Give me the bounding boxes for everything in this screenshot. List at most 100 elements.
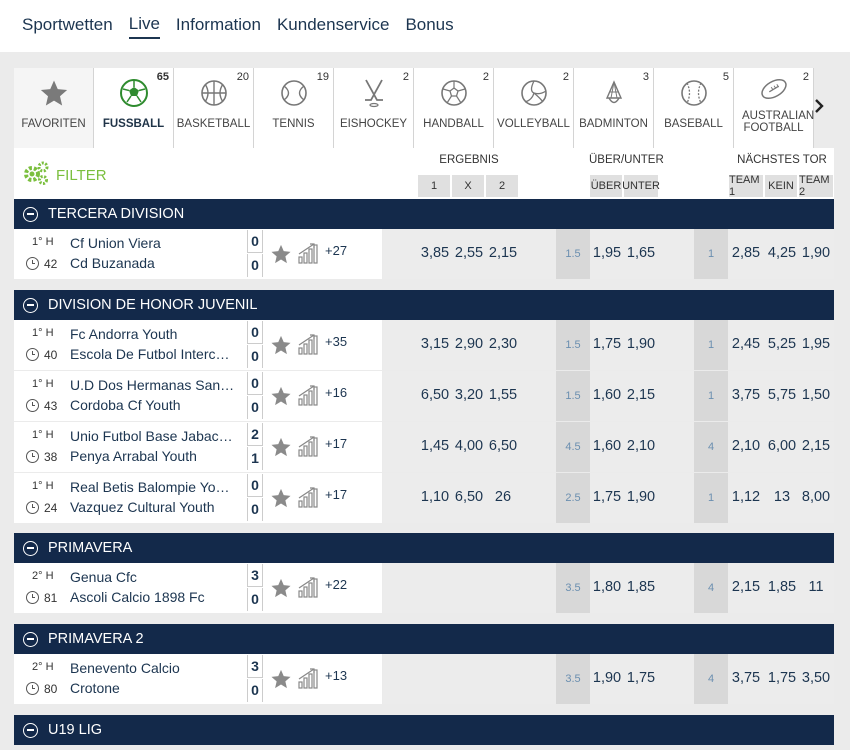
sport-tab-baseball[interactable]: 5 BASEBALL <box>654 68 734 148</box>
collapse-icon[interactable] <box>23 631 38 647</box>
more-markets-link[interactable]: +22 <box>325 577 347 592</box>
favorite-star-icon[interactable] <box>270 386 292 406</box>
filter-button[interactable]: FILTER <box>22 160 107 190</box>
group-header[interactable]: PRIMAVERA 2 <box>14 624 834 654</box>
odds-next-goal-none[interactable]: 4,25 <box>765 245 799 261</box>
odds-under[interactable]: 1,90 <box>624 336 658 352</box>
home-team[interactable]: Cf Union Viera <box>70 235 248 251</box>
odds-next-goal-none[interactable]: 6,00 <box>765 438 799 454</box>
sport-tab-handball[interactable]: 2 HANDBALL <box>414 68 494 148</box>
odds-1[interactable]: 6,50 <box>418 387 452 403</box>
more-markets-link[interactable]: +17 <box>325 487 347 502</box>
match-row[interactable]: 1° H 42 Cf Union Viera Cd Buzanada 0 0 +27 3,85… <box>14 229 834 279</box>
away-team[interactable]: Vazquez Cultural Youth <box>70 499 248 515</box>
match-info[interactable]: 1° H 42 Cf Union Viera Cd Buzanada 0 0 +27 <box>14 229 382 279</box>
group-header[interactable]: PRIMAVERA <box>14 533 834 563</box>
odds-x[interactable]: 2,90 <box>452 336 486 352</box>
odds-next-goal-team1[interactable]: 3,75 <box>729 387 763 403</box>
odds-next-goal-none[interactable]: 1,75 <box>765 670 799 686</box>
stats-chart-icon[interactable] <box>298 333 320 355</box>
odds-under[interactable]: 2,10 <box>624 438 658 454</box>
sport-tab-eishockey[interactable]: 2 EISHOCKEY <box>334 68 414 148</box>
nav-live[interactable]: Live <box>128 14 160 39</box>
home-team[interactable]: Genua Cfc <box>70 569 248 585</box>
collapse-icon[interactable] <box>23 540 38 556</box>
odds-2[interactable]: 6,50 <box>486 438 520 454</box>
odds-under[interactable]: 1,90 <box>624 489 658 505</box>
odds-next-goal-team2[interactable]: 2,15 <box>799 438 833 454</box>
more-markets-link[interactable]: +35 <box>325 334 347 349</box>
favorite-star-icon[interactable] <box>270 488 292 508</box>
odds-next-goal-team2[interactable]: 8,00 <box>799 489 833 505</box>
odds-next-goal-none[interactable]: 5,25 <box>765 336 799 352</box>
odds-next-goal-team2[interactable]: 11 <box>799 579 833 595</box>
odds-next-goal-team1[interactable]: 2,10 <box>729 438 763 454</box>
odds-next-goal-team1[interactable]: 3,75 <box>729 670 763 686</box>
more-markets-link[interactable]: +13 <box>325 668 347 683</box>
stats-chart-icon[interactable] <box>298 667 320 689</box>
odds-over[interactable]: 1,90 <box>590 670 624 686</box>
odds-2[interactable]: 26 <box>486 489 520 505</box>
collapse-icon[interactable] <box>23 206 38 222</box>
odds-2[interactable]: 2,30 <box>486 336 520 352</box>
odds-1[interactable]: 1,45 <box>418 438 452 454</box>
odds-over[interactable]: 1,60 <box>590 438 624 454</box>
more-markets-link[interactable]: +17 <box>325 436 347 451</box>
sport-tab-badminton[interactable]: 3 BADMINTON <box>574 68 654 148</box>
nav-sportwetten[interactable]: Sportwetten <box>22 15 113 38</box>
odds-x[interactable]: 6,50 <box>452 489 486 505</box>
odds-next-goal-none[interactable]: 13 <box>765 489 799 505</box>
odds-1[interactable]: 1,10 <box>418 489 452 505</box>
collapse-icon[interactable] <box>23 722 38 738</box>
sport-tab-fussball[interactable]: 65 FUSSBALL <box>94 68 174 148</box>
home-team[interactable]: U.D Dos Hermanas San… <box>70 377 248 393</box>
away-team[interactable]: Cordoba Cf Youth <box>70 397 248 413</box>
match-info[interactable]: 2° H 80 Benevento Calcio Crotone 3 0 +13 <box>14 654 382 704</box>
chevron-right-icon[interactable] <box>813 98 825 119</box>
favorite-star-icon[interactable] <box>270 335 292 355</box>
stats-chart-icon[interactable] <box>298 435 320 457</box>
odds-next-goal-team2[interactable]: 1,95 <box>799 336 833 352</box>
group-header[interactable]: TERCERA DIVISION <box>14 199 834 229</box>
odds-under[interactable]: 1,65 <box>624 245 658 261</box>
favorite-star-icon[interactable] <box>270 244 292 264</box>
match-info[interactable]: 1° H 24 Real Betis Balompie Yo… Vazquez Cul… <box>14 473 382 523</box>
match-info[interactable]: 1° H 38 Unio Futbol Base Jabac… Penya Arrab… <box>14 422 382 472</box>
nav-bonus[interactable]: Bonus <box>405 15 453 38</box>
away-team[interactable]: Crotone <box>70 680 248 696</box>
odds-2[interactable]: 2,15 <box>486 245 520 261</box>
stats-chart-icon[interactable] <box>298 486 320 508</box>
home-team[interactable]: Fc Andorra Youth <box>70 326 248 342</box>
odds-over[interactable]: 1,95 <box>590 245 624 261</box>
group-header[interactable]: DIVISION DE HONOR JUVENIL <box>14 290 834 320</box>
away-team[interactable]: Ascoli Calcio 1898 Fc <box>70 589 248 605</box>
odds-over[interactable]: 1,80 <box>590 579 624 595</box>
odds-1[interactable]: 3,85 <box>418 245 452 261</box>
odds-1[interactable]: 3,15 <box>418 336 452 352</box>
nav-information[interactable]: Information <box>176 15 261 38</box>
match-row[interactable]: 2° H 81 Genua Cfc Ascoli Calcio 1898 Fc 3 0 +2… <box>14 563 834 613</box>
sport-tab-volleyball[interactable]: 2 VOLLEYBALL <box>494 68 574 148</box>
match-row[interactable]: 1° H 38 Unio Futbol Base Jabac… Penya Arrab… <box>14 422 834 472</box>
sport-tab-tennis[interactable]: 19 TENNIS <box>254 68 334 148</box>
odds-next-goal-team2[interactable]: 3,50 <box>799 670 833 686</box>
odds-next-goal-team1[interactable]: 2,15 <box>729 579 763 595</box>
odds-under[interactable]: 1,85 <box>624 579 658 595</box>
stats-chart-icon[interactable] <box>298 576 320 598</box>
odds-under[interactable]: 1,75 <box>624 670 658 686</box>
match-row[interactable]: 1° H 24 Real Betis Balompie Yo… Vazquez Cul… <box>14 473 834 523</box>
sport-tab-favoriten[interactable]: FAVORITEN <box>14 68 94 148</box>
stats-chart-icon[interactable] <box>298 242 320 264</box>
odds-over[interactable]: 1,75 <box>590 489 624 505</box>
match-row[interactable]: 1° H 43 U.D Dos Hermanas San… Cordoba Cf Yo… <box>14 371 834 421</box>
home-team[interactable]: Real Betis Balompie Yo… <box>70 479 248 495</box>
odds-next-goal-none[interactable]: 5,75 <box>765 387 799 403</box>
sport-tab-australian-football[interactable]: 2 AUSTRALIAN FOOTBALL <box>734 68 814 148</box>
odds-next-goal-team1[interactable]: 2,85 <box>729 245 763 261</box>
home-team[interactable]: Unio Futbol Base Jabac… <box>70 428 248 444</box>
odds-over[interactable]: 1,75 <box>590 336 624 352</box>
odds-next-goal-team2[interactable]: 1,50 <box>799 387 833 403</box>
match-info[interactable]: 2° H 81 Genua Cfc Ascoli Calcio 1898 Fc 3 0 +2… <box>14 563 382 613</box>
away-team[interactable]: Escola De Futbol Interc… <box>70 346 248 362</box>
away-team[interactable]: Cd Buzanada <box>70 255 248 271</box>
